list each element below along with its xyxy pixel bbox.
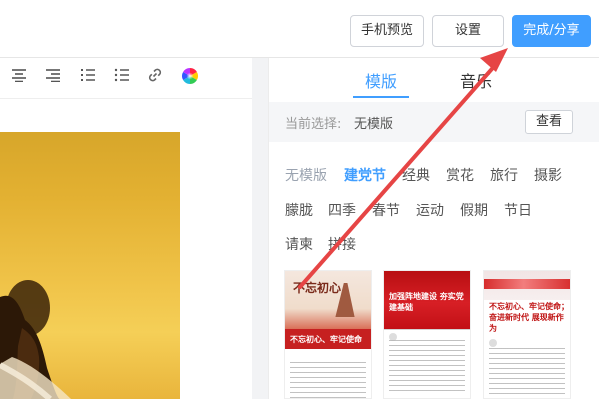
category-item[interactable]: 赏花 xyxy=(446,165,474,185)
category-item[interactable]: 经典 xyxy=(402,165,430,185)
thumbnail-body-lines xyxy=(389,340,465,394)
editor-image[interactable] xyxy=(0,132,180,399)
unordered-list-icon[interactable] xyxy=(111,67,133,89)
template-thumbnail[interactable]: 加强阵地建设 夯实党建基础 xyxy=(383,270,471,399)
done-share-button[interactable]: 完成/分享 xyxy=(512,15,591,47)
category-item[interactable]: 朦胧 xyxy=(285,200,313,220)
editor-toolbar xyxy=(0,58,252,99)
mobile-preview-button[interactable]: 手机预览 xyxy=(350,15,424,47)
thumbnail-divider xyxy=(384,329,470,330)
thumbnail-body-lines xyxy=(489,348,565,394)
thumbnail-title: 加强阵地建设 夯实党建基础 xyxy=(389,292,464,312)
category-item[interactable]: 春节 xyxy=(372,200,400,220)
active-tab-indicator xyxy=(353,96,409,98)
settings-button[interactable]: 设置 xyxy=(432,15,504,47)
thumbnail-body-lines xyxy=(290,362,366,398)
template-panel: 模版 音乐 当前选择: 无模版 查看 无模版 建党节 经典 赏花 旅行 摄影 朦… xyxy=(268,58,599,399)
category-item[interactable]: 节日 xyxy=(504,200,532,220)
tab-template[interactable]: 模版 xyxy=(365,68,397,92)
current-selection-value: 无模版 xyxy=(354,117,394,132)
current-template-bar: 当前选择: 无模版 查看 xyxy=(269,102,599,142)
template-tabs: 模版 音乐 xyxy=(269,58,599,102)
top-bar: 手机预览 设置 完成/分享 xyxy=(0,0,599,58)
editor-area xyxy=(0,58,252,399)
template-thumbnail[interactable]: 不忘初心 不忘初心、牢记使命 xyxy=(284,270,372,399)
thumbnail-title: 不忘初心、牢记使命 xyxy=(290,335,362,344)
thumbnail-hero-text: 不忘初心 xyxy=(293,281,342,295)
color-palette-icon[interactable] xyxy=(179,67,201,89)
current-selection-label: 当前选择: xyxy=(285,117,342,132)
category-item[interactable]: 假期 xyxy=(460,200,488,220)
category-item[interactable]: 旅行 xyxy=(490,165,518,185)
category-item[interactable]: 摄影 xyxy=(534,165,562,185)
align-right-icon[interactable] xyxy=(42,67,64,89)
category-item[interactable]: 无模版 xyxy=(285,165,327,185)
template-thumbnail[interactable]: 不忘初心、牢记使命；奋进新时代 展现新作为 xyxy=(483,270,571,399)
category-item[interactable]: 请柬 xyxy=(285,234,313,254)
author-avatar xyxy=(489,339,497,347)
category-item[interactable]: 拼接 xyxy=(328,234,356,254)
ordered-list-icon[interactable] xyxy=(77,67,99,89)
category-item[interactable]: 四季 xyxy=(328,200,356,220)
tab-music[interactable]: 音乐 xyxy=(460,68,492,92)
category-item-active[interactable]: 建党节 xyxy=(344,165,386,185)
thumbnail-title: 不忘初心、牢记使命；奋进新时代 展现新作为 xyxy=(489,302,569,333)
header-stripe xyxy=(484,279,570,289)
view-button[interactable]: 查看 xyxy=(525,110,573,134)
align-center-icon[interactable] xyxy=(8,67,30,89)
toolbar-divider xyxy=(0,98,252,99)
category-item[interactable]: 运动 xyxy=(416,200,444,220)
link-icon[interactable] xyxy=(144,67,166,89)
